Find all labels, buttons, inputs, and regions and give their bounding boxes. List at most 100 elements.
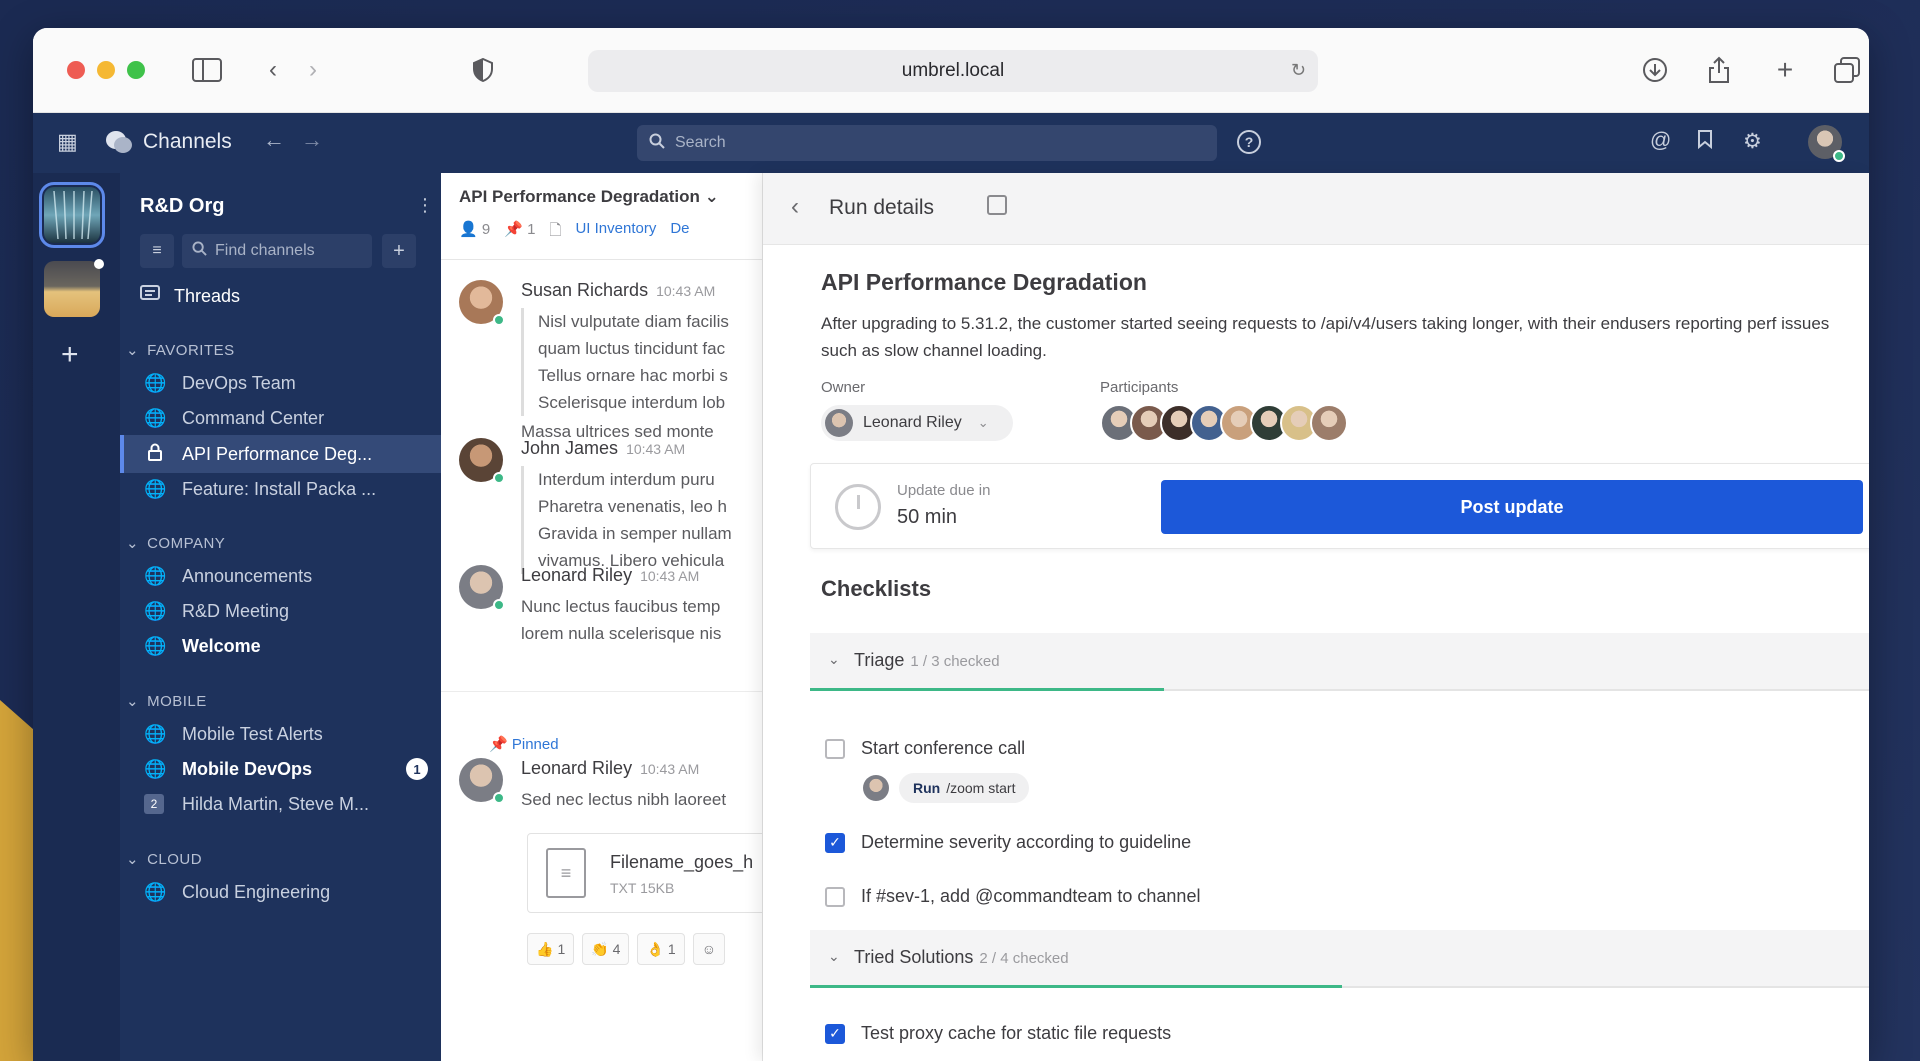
post-author[interactable]: Susan Richards 10:43 AM	[521, 280, 715, 301]
section-favorites[interactable]: ⌄ FAVORITES	[126, 341, 235, 360]
section-title: CLOUD	[147, 850, 203, 868]
run-summary[interactable]: After upgrading to 5.31.2, the customer …	[821, 310, 1841, 364]
participants-list[interactable]	[1100, 404, 1348, 442]
sidebar-item-mobile-devops[interactable]: 🌐 Mobile DevOps 1	[120, 750, 441, 788]
post-author[interactable]: Leonard Riley 10:43 AM	[521, 565, 699, 586]
find-channels-button[interactable]: Find channels	[182, 234, 372, 268]
checkbox[interactable]	[825, 886, 845, 907]
channel-title[interactable]: API Performance Degradation ⌄	[459, 187, 719, 207]
team-menu-icon[interactable]: ⋮	[416, 195, 434, 216]
checklist-header-triage[interactable]: ⌄ Triage 1 / 3 checked	[810, 633, 1869, 691]
avatar[interactable]	[459, 565, 505, 611]
post-line: Nisl vulputate diam facilis	[538, 312, 729, 331]
sidebar-item-announcements[interactable]: 🌐 Announcements	[120, 557, 441, 595]
history-forward-icon[interactable]: →	[301, 127, 323, 153]
owner-name: Leonard Riley	[863, 414, 962, 431]
team-icon-rd[interactable]	[39, 182, 105, 248]
item-label[interactable]: Determine severity according to guidelin…	[861, 832, 1191, 853]
members-count[interactable]: 👤 9	[459, 220, 490, 245]
mentions-icon[interactable]: @	[1650, 129, 1671, 153]
checkbox[interactable]: ✓	[825, 1023, 845, 1044]
sidebar-item-welcome[interactable]: 🌐 Welcome	[120, 627, 441, 665]
channel-view: API Performance Degradation ⌄ 👤 9 📌 1 🗋 …	[441, 173, 763, 1061]
user-avatar[interactable]	[1808, 125, 1845, 162]
reaction-thumbs-up[interactable]: 👍 1	[527, 933, 575, 965]
search-input[interactable]	[675, 134, 1175, 152]
run-command-button[interactable]: Run /zoom start	[899, 773, 1030, 803]
sidebar-item-mobile-test-alerts[interactable]: 🌐 Mobile Test Alerts	[120, 715, 441, 753]
reload-icon[interactable]: ↻	[1291, 60, 1306, 81]
product-menu-icon[interactable]: ▦	[57, 129, 78, 155]
reaction-count: 4	[612, 941, 621, 957]
sidebar-item-command-center[interactable]: 🌐 Command Center	[120, 399, 441, 437]
post-body: Interdum interdum puru Pharetra venenati…	[521, 466, 732, 574]
checklist-header-tried-solutions[interactable]: ⌄ Tried Solutions 2 / 4 checked	[810, 930, 1869, 988]
team-icon-secondary[interactable]	[44, 259, 104, 317]
sidebar-item-cloud-engineering[interactable]: 🌐 Cloud Engineering	[120, 873, 441, 911]
chevron-down-icon: ⌄	[126, 693, 140, 710]
reaction-clap[interactable]: 👏 4	[582, 933, 630, 965]
share-icon[interactable]	[1701, 52, 1737, 88]
bookmark-ui-inventory[interactable]: UI Inventory	[575, 220, 656, 245]
back-chevron-icon[interactable]: ‹	[791, 193, 799, 221]
zoom-window-button[interactable]	[127, 61, 145, 79]
minimize-window-button[interactable]	[97, 61, 115, 79]
item-label[interactable]: Start conference call	[861, 738, 1025, 759]
post-body: Sed nec lectus nibh laoreet	[521, 786, 726, 813]
post-author[interactable]: Leonard Riley 10:43 AM	[521, 758, 699, 779]
settings-gear-icon[interactable]: ⚙	[1743, 129, 1762, 154]
reaction-ok[interactable]: 👌 1	[637, 933, 685, 965]
avatar[interactable]	[459, 280, 505, 326]
new-tab-icon[interactable]: +	[1767, 52, 1803, 88]
channel-label: Cloud Engineering	[182, 881, 331, 902]
file-attachment[interactable]: ≡ Filename_goes_h TXT 15KB	[527, 833, 762, 913]
chevron-down-icon: ⌄	[828, 948, 840, 964]
section-company[interactable]: ⌄ COMPANY	[126, 534, 225, 553]
browser-forward-icon[interactable]: ›	[295, 52, 331, 88]
section-mobile[interactable]: ⌄ MOBILE	[126, 692, 207, 711]
filter-unreads-icon[interactable]: ≡	[140, 234, 174, 268]
post-update-button[interactable]: Post update	[1161, 480, 1863, 534]
globe-icon: 🌐	[144, 478, 167, 499]
address-bar[interactable]: umbrel.local ↻	[588, 50, 1318, 92]
item-label[interactable]: If #sev-1, add @commandteam to channel	[861, 886, 1200, 907]
sidebar-item-devops-team[interactable]: 🌐 DevOps Team	[120, 364, 441, 402]
section-cloud[interactable]: ⌄ CLOUD	[126, 850, 203, 869]
avatar[interactable]	[459, 438, 505, 484]
run-details-panel: ‹ Run details API Performance Degradatio…	[763, 173, 1869, 1061]
add-team-icon[interactable]: +	[61, 338, 79, 372]
privacy-shield-icon[interactable]	[465, 52, 501, 88]
add-reaction-icon[interactable]: ☺	[692, 933, 725, 965]
downloads-icon[interactable]	[1637, 52, 1673, 88]
sidebar-item-api-performance[interactable]: API Performance Deg...	[120, 435, 441, 473]
popout-icon[interactable]	[987, 195, 1007, 215]
checklist-item: Start conference call	[825, 738, 1025, 759]
checkbox[interactable]: ✓	[825, 832, 845, 853]
help-icon[interactable]: ?	[1237, 130, 1261, 154]
post-line: Sed nec lectus nibh laoreet	[521, 790, 727, 809]
post-author[interactable]: John James 10:43 AM	[521, 438, 685, 459]
unread-dot-icon	[94, 259, 104, 269]
pinned-count[interactable]: 📌 1	[504, 220, 535, 245]
tabs-overview-icon[interactable]	[1829, 52, 1865, 88]
checkbox[interactable]	[825, 738, 845, 759]
bookmark-second[interactable]: De	[670, 220, 689, 245]
participant-avatar[interactable]	[1310, 404, 1348, 442]
close-window-button[interactable]	[67, 61, 85, 79]
sidebar-item-feature-install[interactable]: 🌐 Feature: Install Packa ...	[120, 470, 441, 508]
post-time: 10:43 AM	[640, 761, 700, 777]
add-channel-button[interactable]: +	[382, 234, 416, 268]
search-icon	[649, 133, 665, 154]
threads-item[interactable]: Threads	[140, 285, 240, 308]
sidebar-item-rd-meeting[interactable]: 🌐 R&D Meeting	[120, 592, 441, 630]
sidebar-item-group-dm[interactable]: 2 Hilda Martin, Steve M...	[120, 785, 441, 823]
browser-back-icon[interactable]: ‹	[255, 52, 291, 88]
history-back-icon[interactable]: ←	[263, 127, 285, 153]
saved-items-icon[interactable]	[1697, 129, 1713, 155]
avatar[interactable]	[459, 758, 505, 804]
sidebar-toggle-icon[interactable]	[189, 52, 225, 88]
item-label[interactable]: Test proxy cache for static file request…	[861, 1023, 1171, 1044]
owner-selector[interactable]: Leonard Riley ⌄	[821, 405, 1013, 441]
search-box[interactable]	[637, 125, 1217, 161]
files-icon[interactable]: 🗋	[549, 220, 561, 245]
